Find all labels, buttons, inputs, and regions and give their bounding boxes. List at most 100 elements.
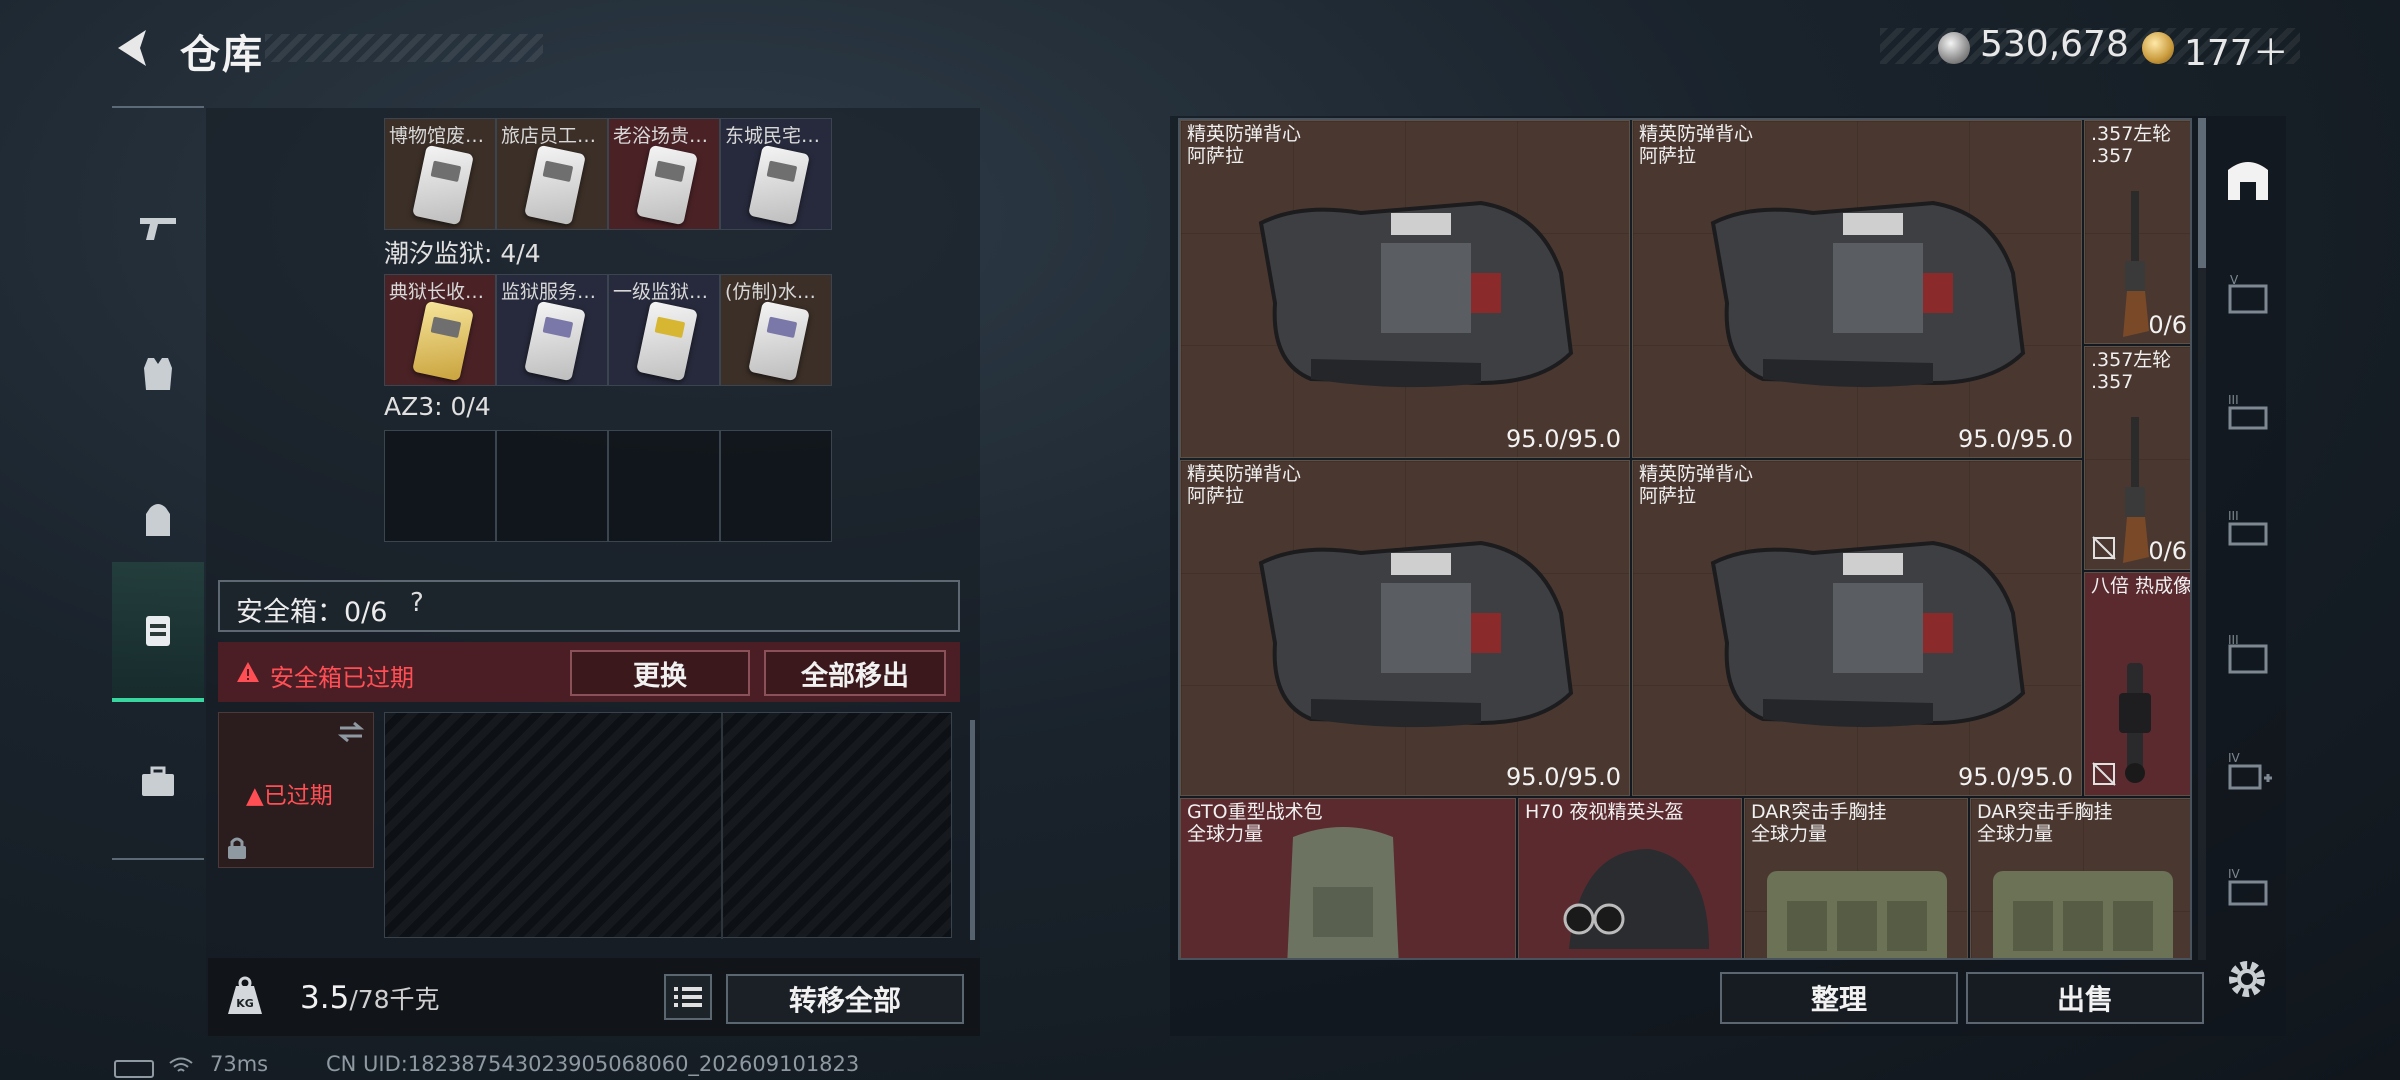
storage-tier-icon: III	[2228, 393, 2268, 430]
keycard-icon	[412, 300, 474, 382]
container-slot[interactable]: 老浴场贵…	[608, 118, 720, 230]
keycard-icon	[412, 144, 474, 226]
keycard-icon	[636, 300, 698, 382]
stash-item-revolver[interactable]: .357左轮 .357 0/6	[2084, 346, 2190, 570]
item-sub: 阿萨拉	[1187, 485, 1245, 507]
gold-coin-icon	[2142, 32, 2174, 64]
item-ammo-count: 0/6	[2148, 311, 2187, 339]
stash-item-vest[interactable]: 精英防弹背心 阿萨拉 95.0/95.0	[1632, 120, 2082, 458]
item-durability: 95.0/95.0	[1958, 763, 2073, 791]
svg-text:III: III	[2228, 633, 2239, 647]
silver-coin-icon	[1938, 32, 1970, 64]
container-slot[interactable]: (仿制)水…	[720, 274, 832, 386]
transfer-all-button[interactable]: 转移全部	[726, 974, 964, 1024]
container-slot[interactable]: 典狱长收…	[384, 274, 496, 386]
item-name: 精英防弹背心	[1639, 123, 1754, 145]
container-icon	[146, 616, 170, 646]
empty-slot[interactable]	[608, 430, 720, 542]
tab-stash-iii[interactable]: III	[2214, 606, 2282, 706]
expired-badge: ▲已过期	[246, 776, 333, 810]
tab-stash-iii[interactable]: III	[2214, 482, 2282, 582]
slot-label: 监狱服务…	[501, 281, 597, 303]
help-icon[interactable]: ?	[410, 588, 438, 618]
tab-stash[interactable]	[2214, 128, 2282, 228]
safebox-title: 安全箱：0/6	[236, 597, 388, 628]
item-name: 八倍 热成像	[2091, 575, 2192, 597]
item-name: DAR突击手胸挂	[1751, 801, 1887, 823]
stash-scrollbar-thumb[interactable]	[2198, 118, 2206, 268]
item-sub: 阿萨拉	[1639, 145, 1697, 167]
expired-warning-text: 安全箱已过期	[270, 664, 414, 692]
empty-slot[interactable]	[384, 430, 496, 542]
sell-button[interactable]: 出售	[1966, 972, 2204, 1024]
item-name: H70 夜视精英头盔	[1525, 801, 1684, 823]
container-slot[interactable]: 一级监狱…	[608, 274, 720, 386]
item-sub: 阿萨拉	[1187, 145, 1245, 167]
nav-weapon[interactable]	[112, 158, 204, 298]
stash-item-chest-rig[interactable]: DAR突击手胸挂 全球力量	[1970, 798, 2190, 958]
stash-item-vest[interactable]: 精英防弹背心 阿萨拉 95.0/95.0	[1180, 460, 1630, 796]
nav-container[interactable]	[112, 562, 204, 702]
tab-stash-iii[interactable]: III	[2214, 366, 2282, 466]
swap-icon[interactable]	[336, 720, 366, 744]
stash-item-vest[interactable]: 精英防弹背心 阿萨拉 95.0/95.0	[1632, 460, 2082, 796]
armor-vest-icon	[1710, 200, 2026, 388]
container-row-3	[384, 430, 832, 542]
container-slot[interactable]: 旅店员工…	[496, 118, 608, 230]
backpack-icon	[146, 504, 170, 536]
storage-tier-icon: V	[2228, 273, 2268, 314]
vest-icon	[144, 358, 172, 390]
item-name: 精英防弹背心	[1639, 463, 1754, 485]
safebox-grid[interactable]	[384, 712, 952, 939]
slot-label: (仿制)水…	[725, 281, 816, 303]
empty-slot[interactable]	[496, 430, 608, 542]
left-nav	[112, 106, 204, 860]
stash-item-helmet[interactable]: H70 夜视精英头盔	[1518, 798, 1742, 958]
stash-item-backpack[interactable]: GTO重型战术包 全球力量	[1180, 798, 1516, 958]
gold-amount[interactable]: 177＋	[2184, 24, 2289, 76]
keycard-icon	[524, 300, 586, 382]
item-durability: 95.0/95.0	[1506, 425, 1621, 453]
slot-label: 博物馆废…	[389, 125, 485, 147]
section-label: 潮汐监狱: 4/4	[384, 239, 541, 268]
nav-case[interactable]	[112, 712, 204, 852]
slot-label: 老浴场贵…	[613, 125, 709, 147]
remove-all-button[interactable]: 全部移出	[764, 650, 946, 696]
stash-item-revolver[interactable]: .357左轮 .357 0/6	[2084, 120, 2190, 344]
item-sub: .357	[2091, 371, 2134, 393]
tab-stash-v[interactable]: V	[2214, 246, 2282, 346]
gear-icon[interactable]	[2222, 954, 2272, 1004]
tab-stash-iv[interactable]: IV	[2214, 724, 2282, 824]
title-decoration	[265, 34, 543, 62]
chest-rig-icon	[1767, 871, 1947, 958]
item-ammo-count: 0/6	[2148, 537, 2187, 565]
sort-button[interactable]: 整理	[1720, 972, 1958, 1024]
empty-slot[interactable]	[720, 430, 832, 542]
nav-vest[interactable]	[112, 304, 204, 444]
stash-item-chest-rig[interactable]: DAR突击手胸挂 全球力量	[1744, 798, 1968, 958]
helmet-icon	[1563, 849, 1709, 949]
item-sub: 阿萨拉	[1639, 485, 1697, 507]
slot-label: 一级监狱…	[613, 281, 709, 303]
weight-value: 3.5/78千克	[300, 980, 440, 1016]
tab-stash-iv[interactable]: IV	[2214, 840, 2282, 940]
expired-badge-text: 已过期	[263, 783, 333, 809]
svg-text:KG: KG	[236, 997, 254, 1010]
uid-text: CN UID:182387543023905068060_20260910182…	[326, 1052, 860, 1076]
back-arrow-icon[interactable]	[112, 26, 156, 70]
container-slot[interactable]: 东城民宅…	[720, 118, 832, 230]
briefcase-icon	[142, 766, 174, 796]
silver-amount: 530,678	[1980, 24, 2129, 65]
container-slot[interactable]: 监狱服务…	[496, 274, 608, 386]
replace-button[interactable]: 更换	[570, 650, 750, 696]
stash-item-vest[interactable]: 精英防弹背心 阿萨拉 95.0/95.0	[1180, 120, 1630, 458]
wifi-icon	[169, 1057, 193, 1072]
list-view-button[interactable]	[664, 974, 712, 1020]
stash-item-scope[interactable]: 八倍 热成像	[2084, 572, 2192, 796]
left-scrollbar[interactable]	[970, 720, 975, 940]
storage-tier-icon: IV	[2228, 751, 2272, 790]
item-sub: 全球力量	[1977, 823, 2054, 845]
no-sell-icon	[2092, 536, 2116, 560]
container-slot[interactable]: 博物馆废…	[384, 118, 496, 230]
item-name: DAR突击手胸挂	[1977, 801, 2113, 823]
